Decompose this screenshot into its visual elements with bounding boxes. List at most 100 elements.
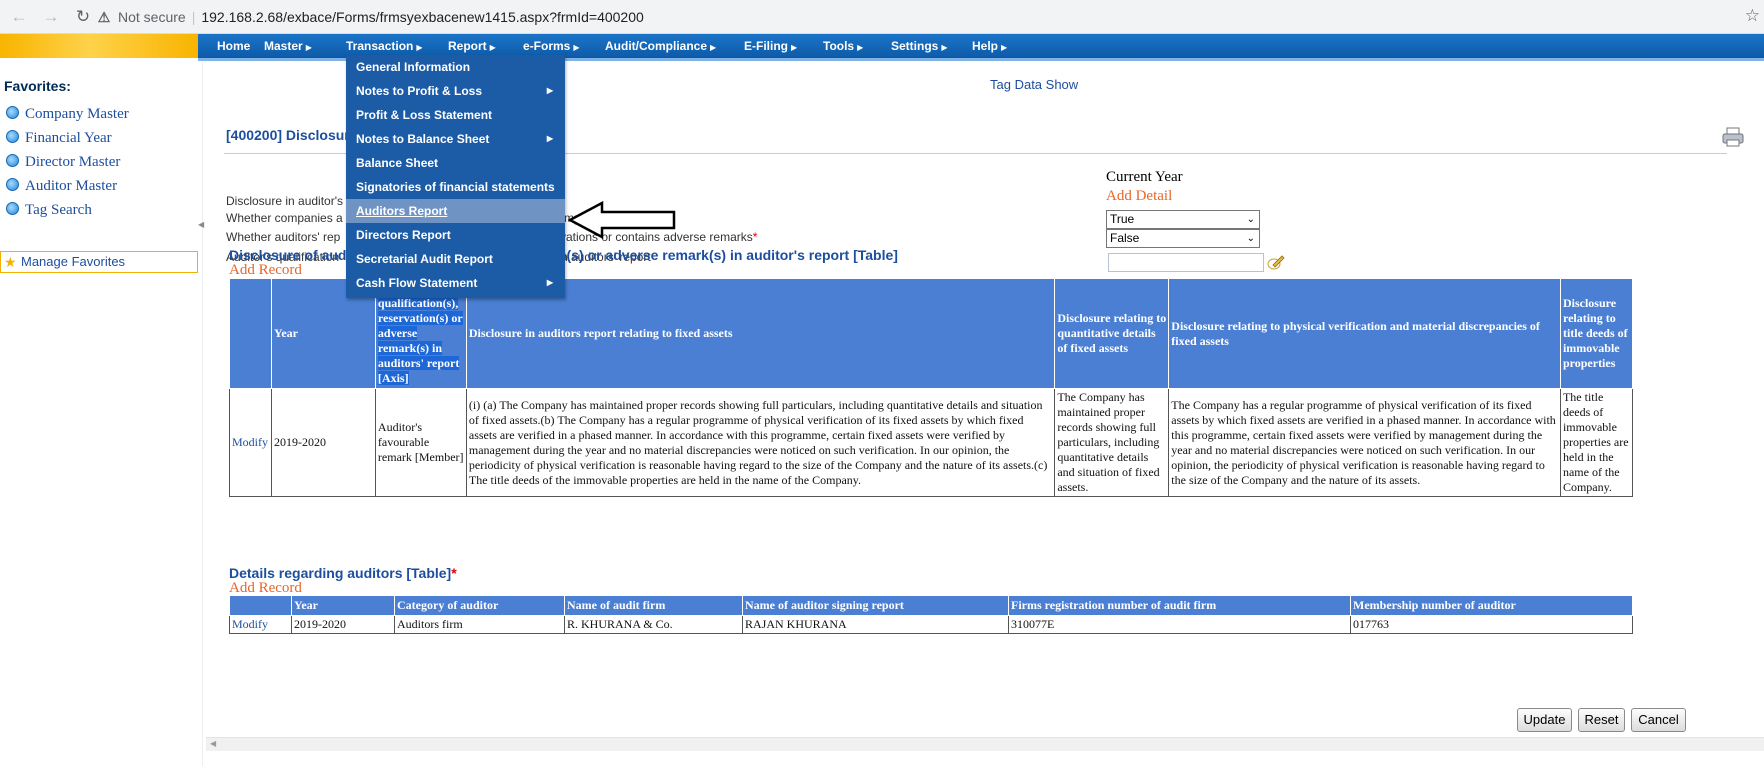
menu-item-notes-profit-loss[interactable]: Notes to Profit & Loss ▶	[346, 79, 565, 103]
favorite-financial-year[interactable]: Financial Year	[6, 130, 112, 150]
favorites-pane: Favorites: Company Master Financial Year…	[0, 61, 204, 766]
menu-tools[interactable]: Tools ▶	[823, 34, 863, 58]
collapse-pane-icon[interactable]: ◀	[198, 220, 204, 229]
menu-arrow-icon: ▶	[941, 43, 948, 52]
cancel-button[interactable]: Cancel	[1631, 708, 1686, 732]
favorite-label: Auditor Master	[25, 178, 118, 194]
menu-efiling[interactable]: E-Filing ▶	[744, 34, 797, 58]
menu-audit-label: Audit/Compliance	[605, 39, 708, 53]
menu-master[interactable]: Master ▶	[264, 34, 312, 58]
select-value: True	[1110, 212, 1135, 226]
menu-arrow-icon: ▶	[416, 43, 423, 52]
table2-title: Details regarding auditors [Table]*	[229, 565, 457, 581]
menu-item-label: Directors Report	[356, 228, 451, 242]
question-auditors-label: Whether auditors' rep	[226, 230, 340, 244]
favorite-auditor-master[interactable]: Auditor Master	[6, 178, 117, 198]
security-label: Not secure	[118, 9, 186, 25]
tag-data-show-link[interactable]: Tag Data Show	[990, 77, 1078, 92]
favorite-label: Financial Year	[25, 130, 112, 146]
chevron-down-icon: ⌄	[1246, 233, 1255, 244]
reload-icon[interactable]: ↻	[72, 6, 94, 28]
manage-favorites-button[interactable]: ★ Manage Favorites	[0, 251, 198, 273]
column-header-year: Year	[291, 595, 395, 616]
menu-item-cash-flow-statement[interactable]: Cash Flow Statement ▶	[346, 271, 565, 295]
cell-fixed-assets: (i) (a) The Company has maintained prope…	[465, 388, 1056, 497]
column-header-reg-no: Firms registration number of audit firm	[1008, 595, 1351, 616]
question-disclosure-label: Disclosure in auditor's	[226, 194, 344, 208]
menu-item-label: Notes to Balance Sheet	[356, 132, 490, 146]
form-title: [400200] Disclosur	[226, 127, 350, 143]
edit-pencil-icon[interactable]	[1267, 253, 1285, 271]
update-button[interactable]: Update	[1517, 708, 1572, 732]
horizontal-scrollbar[interactable]: ◀	[206, 737, 1764, 751]
question-text: Whether companies a	[226, 211, 343, 225]
cell-signing: RAJAN KHURANA	[742, 615, 1009, 634]
menu-tools-label: Tools	[823, 39, 855, 53]
bookmark-star-icon[interactable]: ☆	[1745, 6, 1760, 26]
favorite-company-master[interactable]: Company Master	[6, 106, 129, 126]
reset-button[interactable]: Reset	[1578, 708, 1625, 732]
companies-select[interactable]: True ⌄	[1106, 210, 1260, 229]
menu-item-balance-sheet[interactable]: Balance Sheet	[346, 151, 565, 175]
menu-help-label: Help	[972, 39, 999, 53]
bullet-icon	[6, 154, 19, 167]
menu-item-label: Balance Sheet	[356, 156, 439, 170]
column-header-quantitative: Disclosure relating to quantitative deta…	[1054, 278, 1170, 389]
menu-arrow-icon: ▶	[305, 43, 312, 52]
column-header-firm: Name of audit firm	[564, 595, 743, 616]
table1-add-record-link[interactable]: Add Record	[229, 262, 302, 279]
menu-item-auditors-report[interactable]: Auditors Report	[346, 199, 565, 223]
modify-link[interactable]: Modify	[229, 615, 292, 634]
menu-item-general-information[interactable]: General Information	[346, 55, 565, 79]
menu-help[interactable]: Help ▶	[972, 34, 1007, 58]
warning-icon: ⚠	[97, 9, 111, 25]
column-header-action	[229, 278, 272, 389]
forward-icon[interactable]: →	[40, 6, 62, 28]
chevron-down-icon: ⌄	[1246, 214, 1255, 225]
bullet-icon	[6, 130, 19, 143]
auditor-qualification-table: Year Auditor's qualification(s), reserva…	[229, 278, 1634, 497]
menu-item-label: Signatories of financial statements	[356, 180, 555, 194]
required-marker: *	[752, 230, 758, 244]
menu-settings[interactable]: Settings ▶	[891, 34, 948, 58]
back-icon[interactable]: ←	[8, 6, 30, 28]
modify-link[interactable]: Modify	[229, 388, 272, 497]
menu-arrow-icon: ▶	[1001, 43, 1008, 52]
submenu-arrow-icon: ▶	[546, 134, 553, 143]
bullet-icon	[6, 178, 19, 191]
app-menu-bar: Home Master ▶ Transaction ▶ Report ▶ e-Form…	[0, 34, 1764, 61]
menu-arrow-icon: ▶	[573, 43, 580, 52]
menu-report-label: Report	[448, 39, 487, 53]
cell-firm: R. KHURANA & Co.	[564, 615, 743, 634]
auditors-report-select[interactable]: False ⌄	[1106, 229, 1260, 248]
favorite-director-master[interactable]: Director Master	[6, 154, 120, 174]
menu-item-profit-loss-statement[interactable]: Profit & Loss Statement	[346, 103, 565, 127]
cell-year: 2019-2020	[291, 615, 395, 634]
address-bar[interactable]: ⚠ Not secure | 192.168.2.68/exbace/Forms/fr…	[96, 4, 1736, 30]
menu-item-signatories[interactable]: Signatories of financial statements	[346, 175, 565, 199]
column-header-signing: Name of auditor signing report	[742, 595, 1009, 616]
favorite-label: Director Master	[25, 154, 121, 170]
menu-home[interactable]: Home	[217, 34, 250, 58]
current-year-label: Current Year	[1106, 169, 1183, 185]
menu-arrow-icon: ▶	[857, 43, 864, 52]
bullet-icon	[6, 202, 19, 215]
add-detail-link[interactable]: Add Detail	[1106, 188, 1172, 205]
menu-audit-compliance[interactable]: Audit/Compliance ▶	[605, 34, 716, 58]
cell-axis: Auditor's favourable remark [Member]	[374, 388, 467, 497]
menu-item-notes-balance-sheet[interactable]: Notes to Balance Sheet ▶	[346, 127, 565, 151]
submenu-arrow-icon: ▶	[546, 278, 553, 287]
printer-icon[interactable]	[1722, 127, 1744, 147]
url-text: 192.168.2.68/exbace/Forms/frmsyexbacenew…	[201, 9, 644, 25]
table-row: Modify 2019-2020 Auditors firm R. KHURAN…	[229, 615, 1633, 634]
qualification-input[interactable]	[1108, 253, 1264, 272]
favorite-tag-search[interactable]: Tag Search	[6, 202, 92, 222]
menu-item-directors-report[interactable]: Directors Report	[346, 223, 565, 247]
cell-quantitative: The Company has maintained proper record…	[1054, 388, 1170, 497]
menu-item-secretarial-audit-report[interactable]: Secretarial Audit Report	[346, 247, 565, 271]
scroll-left-icon[interactable]: ◀	[210, 739, 216, 748]
favorite-label: Company Master	[25, 106, 129, 122]
cell-reg-no: 310077E	[1008, 615, 1351, 634]
menu-master-label: Master	[264, 39, 303, 53]
submenu-arrow-icon: ▶	[546, 86, 553, 95]
